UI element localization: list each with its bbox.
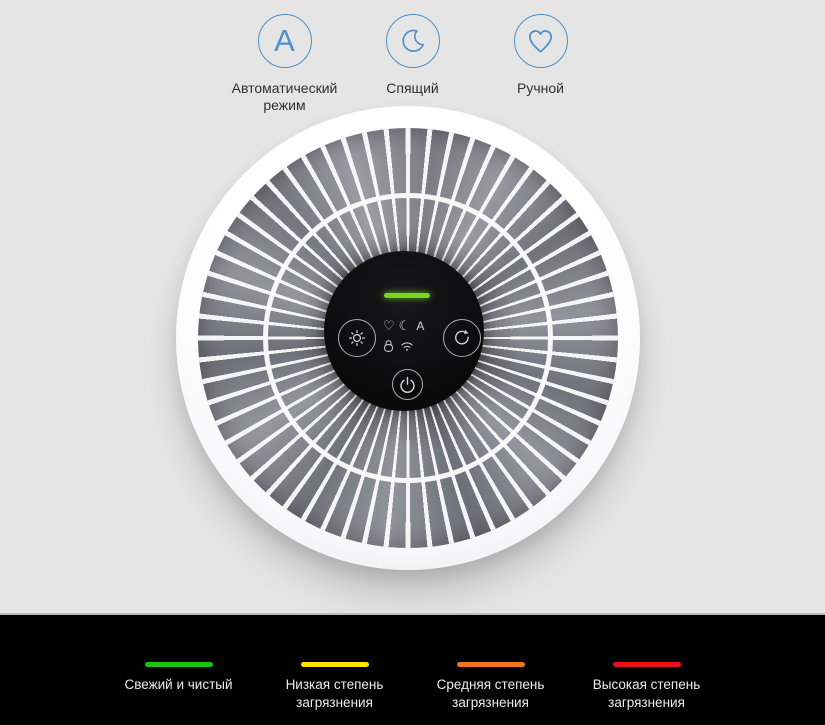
manual-mode-label: Ручной [517,80,564,97]
moon-icon [398,26,428,56]
mode-indicator-row: ♡ ☾ A [383,319,435,333]
orange-led-line [457,662,525,667]
brightness-button[interactable] [338,319,376,357]
letter-a-icon: A [414,320,424,332]
legend-label: Средняя степень загрязнения [426,676,556,712]
status-indicator-row [383,339,435,353]
auto-mode-button[interactable]: A [258,14,312,68]
manual-mode-button[interactable] [514,14,568,68]
child-lock-icon [383,339,394,353]
letter-a-icon: A [274,25,295,56]
heart-icon [525,26,556,57]
panel-status-icons: ♡ ☾ A [383,319,435,353]
moon-icon: ☾ [399,320,411,333]
green-led-line [145,662,213,667]
wifi-icon [400,340,414,352]
mode-item-sleep: Спящий [349,14,477,114]
sleep-mode-label: Спящий [386,80,438,97]
legend-item-low: Низкая степень загрязнения [257,662,413,712]
legend-item-high: Высокая степень загрязнения [569,662,725,712]
legend-item-clean: Свежий и чистый [101,662,257,694]
sleep-mode-button[interactable] [386,14,440,68]
mode-cycle-button[interactable] [443,319,481,357]
legend-label: Свежий и чистый [124,676,232,694]
legend-label: Высокая степень загрязнения [582,676,712,712]
heart-icon: ♡ [383,320,395,333]
yellow-led-line [301,662,369,667]
legend-label: Низкая степень загрязнения [270,676,400,712]
mode-selector-row: A Автоматический режим Спящий Ручной [0,0,825,114]
mode-item-auto: A Автоматический режим [221,14,349,114]
pollution-legend: Свежий и чистый Низкая степень загрязнен… [0,613,825,725]
brightness-sun-icon [347,328,367,348]
red-led-line [613,662,681,667]
led-indicator [384,293,430,298]
power-icon [398,375,417,394]
air-purifier-device: ♡ ☾ A [176,106,640,570]
mode-item-manual: Ручной [477,14,605,114]
power-button[interactable] [392,369,423,400]
legend-item-medium: Средняя степень загрязнения [413,662,569,712]
mode-cycle-icon [452,328,472,348]
control-panel: ♡ ☾ A [324,251,484,411]
